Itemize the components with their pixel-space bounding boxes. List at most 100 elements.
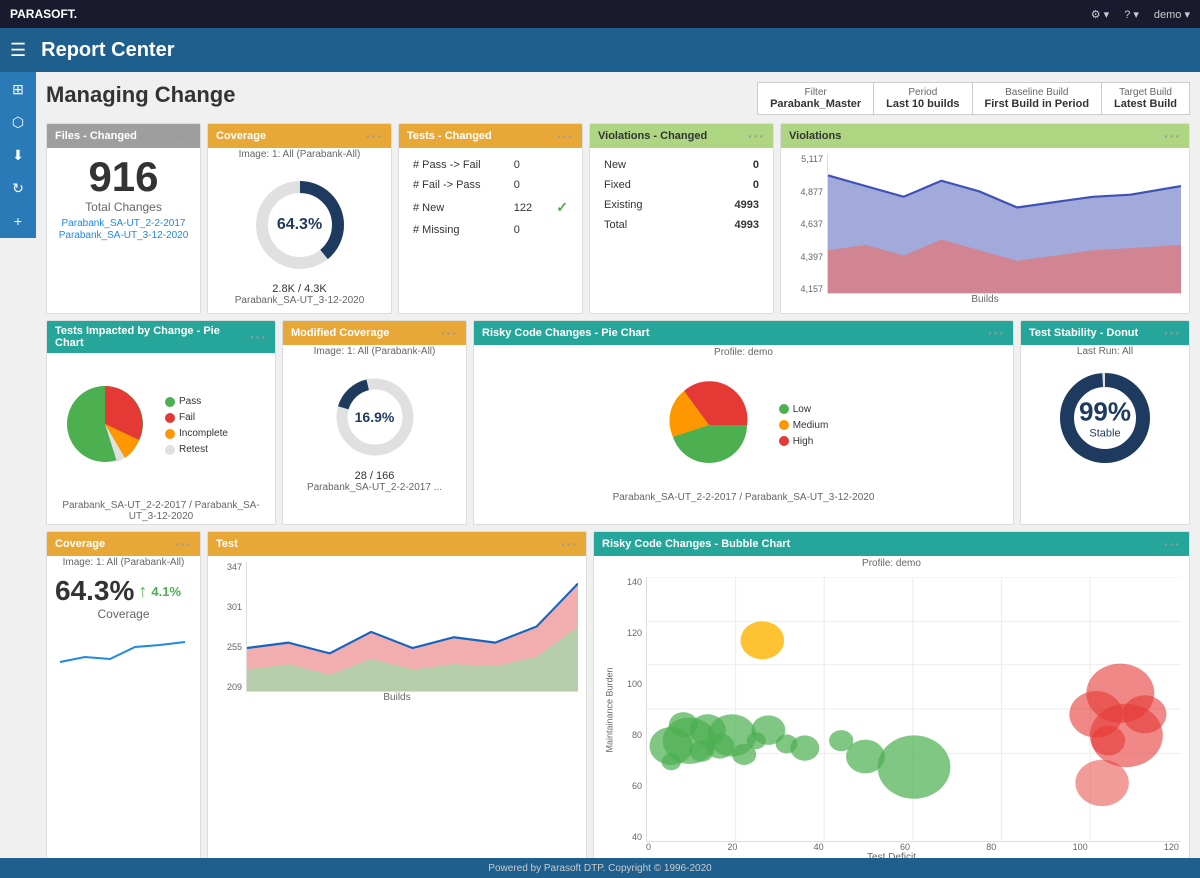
check-icon: ✓ bbox=[556, 199, 568, 215]
coverage-more[interactable]: ··· bbox=[366, 128, 383, 144]
files-number: 916 bbox=[55, 154, 192, 200]
row-1: Files - Changed ··· 916 Total Changes Pa… bbox=[46, 123, 1190, 314]
test-stability-widget: Test Stability - Donut ··· Last Run: All… bbox=[1020, 320, 1190, 525]
risky-bubble-more[interactable]: ··· bbox=[1164, 536, 1181, 552]
modified-coverage-widget: Modified Coverage ··· Image: 1: All (Par… bbox=[282, 320, 467, 525]
files-changed-header: Files - Changed ··· bbox=[47, 124, 200, 148]
risky-bubble-profile: Profile: demo bbox=[594, 556, 1189, 571]
side-icons: ⊞ ⬡ ⬇ ↻ + bbox=[0, 72, 36, 238]
target-value: Latest Build bbox=[1114, 98, 1177, 110]
files-changed-title: Files - Changed bbox=[55, 130, 137, 142]
coverage-donut-container: 64.3% bbox=[216, 167, 383, 283]
test-bar-more[interactable]: ··· bbox=[561, 536, 578, 552]
files-changed-more[interactable]: ··· bbox=[175, 128, 192, 144]
table-row: Total 4993 bbox=[600, 216, 763, 234]
filter-box: Filter Parabank_Master bbox=[758, 83, 874, 114]
row-2: Tests Impacted by Change - Pie Chart ··· bbox=[46, 320, 1190, 525]
tests-changed-more[interactable]: ··· bbox=[557, 128, 574, 144]
viol-label: Total bbox=[600, 216, 695, 234]
coverage2-trend: 4.1% bbox=[151, 584, 181, 599]
risky-bubble-title: Risky Code Changes - Bubble Chart bbox=[602, 538, 790, 550]
y-axis-label: 4,877 bbox=[800, 187, 823, 197]
coverage2-header: Coverage ··· bbox=[47, 532, 200, 556]
tests-pie-widget: Tests Impacted by Change - Pie Chart ··· bbox=[46, 320, 276, 525]
brand-logo: PARASOFT. bbox=[10, 7, 77, 21]
test-stability-header: Test Stability - Donut ··· bbox=[1021, 321, 1189, 345]
violations-x-label: Builds bbox=[789, 294, 1181, 305]
risky-pie-more[interactable]: ··· bbox=[988, 325, 1005, 341]
test-row-label: # Fail -> Pass bbox=[409, 176, 508, 194]
top-bar: PARASOFT. ⚙ ▾ ? ▾ demo ▾ bbox=[0, 0, 1200, 28]
menu-icon[interactable]: ☰ bbox=[10, 40, 26, 61]
stability-label: Stable bbox=[1079, 428, 1131, 440]
viol-label: Existing bbox=[600, 196, 695, 214]
side-add-icon[interactable]: + bbox=[10, 209, 26, 233]
viol-label: New bbox=[600, 156, 695, 174]
stability-pct: 99% bbox=[1079, 397, 1131, 428]
modified-coverage-more[interactable]: ··· bbox=[441, 325, 458, 341]
y-tick: 80 bbox=[632, 730, 642, 740]
x-tick: 0 bbox=[646, 842, 651, 852]
page-title: Managing Change bbox=[46, 82, 235, 108]
settings-icon[interactable]: ⚙ ▾ bbox=[1091, 8, 1109, 21]
y-tick: 140 bbox=[627, 577, 642, 587]
main-content: Managing Change Filter Parabank_Master P… bbox=[36, 72, 1200, 858]
tests-changed-body: # Pass -> Fail 0 # Fail -> Pass 0 bbox=[399, 148, 582, 247]
nav-bar: ☰ Report Center bbox=[0, 28, 1200, 72]
coverage-donut-text: 64.3% bbox=[277, 216, 322, 234]
viol-label: Fixed bbox=[600, 176, 695, 194]
legend-item: Medium bbox=[779, 418, 829, 432]
target-label: Target Build bbox=[1114, 87, 1177, 98]
coverage-ratio: 2.8K / 4.3K bbox=[216, 283, 383, 295]
x-tick: 40 bbox=[814, 842, 824, 852]
filter-label: Filter bbox=[770, 87, 861, 98]
risky-pie-legend: Low Medium High bbox=[779, 400, 829, 450]
filter-boxes: Filter Parabank_Master Period Last 10 bu… bbox=[757, 82, 1190, 115]
coverage2-chart bbox=[55, 627, 185, 667]
side-download-icon[interactable]: ⬇ bbox=[8, 143, 28, 168]
coverage2-widget: Coverage ··· Image: 1: All (Parabank-All… bbox=[46, 531, 201, 858]
baseline-label: Baseline Build bbox=[985, 87, 1090, 98]
test-row-label: # Pass -> Fail bbox=[409, 156, 508, 174]
side-refresh-icon[interactable]: ↻ bbox=[8, 176, 28, 201]
test-bar-body: 347 301 255 209 bbox=[208, 556, 586, 711]
test-row-value: 0 bbox=[510, 156, 544, 174]
coverage-body: 64.3% 2.8K / 4.3K Parabank_SA-UT_3-12-20… bbox=[208, 161, 391, 312]
test-bar-widget: Test ··· 347 301 255 209 bbox=[207, 531, 587, 858]
violations-chart-more[interactable]: ··· bbox=[1164, 128, 1181, 144]
legend-item: Retest bbox=[165, 443, 228, 457]
violations-changed-header: Violations - Changed ··· bbox=[590, 124, 773, 148]
legend-item: High bbox=[779, 434, 829, 448]
risky-pie-header: Risky Code Changes - Pie Chart ··· bbox=[474, 321, 1013, 345]
coverage2-more[interactable]: ··· bbox=[175, 536, 192, 552]
side-share-icon[interactable]: ⬡ bbox=[8, 110, 28, 135]
help-icon[interactable]: ? ▾ bbox=[1124, 8, 1139, 21]
table-row: New 0 bbox=[600, 156, 763, 174]
user-menu[interactable]: demo ▾ bbox=[1154, 8, 1190, 21]
files-links: Parabank_SA-UT_2-2-2017 Parabank_SA-UT_3… bbox=[55, 218, 192, 241]
files-link1[interactable]: Parabank_SA-UT_2-2-2017 bbox=[55, 218, 192, 229]
test-stability-more[interactable]: ··· bbox=[1164, 325, 1181, 341]
tests-table: # Pass -> Fail 0 # Fail -> Pass 0 bbox=[407, 154, 574, 241]
coverage2-subheader: Image: 1: All (Parabank-All) bbox=[47, 556, 200, 569]
modified-coverage-body: 16.9% 28 / 166 Parabank_SA-UT_2-2-2017 .… bbox=[283, 358, 466, 499]
side-home-icon[interactable]: ⊞ bbox=[8, 77, 28, 102]
x-tick: 60 bbox=[900, 842, 910, 852]
coverage2-title: Coverage bbox=[55, 538, 105, 550]
table-row: # New 122 ✓ bbox=[409, 196, 572, 219]
risky-bubble-body: Maintainance Burden 140 120 100 80 60 40 bbox=[594, 571, 1189, 858]
viol-value: 4993 bbox=[697, 196, 763, 214]
legend-item: Low bbox=[779, 402, 829, 416]
y-axis-label: 4,157 bbox=[800, 284, 823, 294]
y-tick: 60 bbox=[632, 781, 642, 791]
violations-changed-more[interactable]: ··· bbox=[748, 128, 765, 144]
table-row: Existing 4993 bbox=[600, 196, 763, 214]
tests-pie-more[interactable]: ··· bbox=[250, 329, 267, 345]
x-tick: 120 bbox=[1164, 842, 1179, 852]
violations-changed-widget: Violations - Changed ··· New 0 Fixed 0 E… bbox=[589, 123, 774, 314]
test-bar-title: Test bbox=[216, 538, 238, 550]
top-bar-actions: ⚙ ▾ ? ▾ demo ▾ bbox=[1091, 8, 1190, 21]
files-link2[interactable]: Parabank_SA-UT_3-12-2020 bbox=[55, 230, 192, 241]
tests-pie-title: Tests Impacted by Change - Pie Chart bbox=[55, 325, 250, 349]
modified-coverage-build: Parabank_SA-UT_2-2-2017 ... bbox=[291, 482, 458, 493]
